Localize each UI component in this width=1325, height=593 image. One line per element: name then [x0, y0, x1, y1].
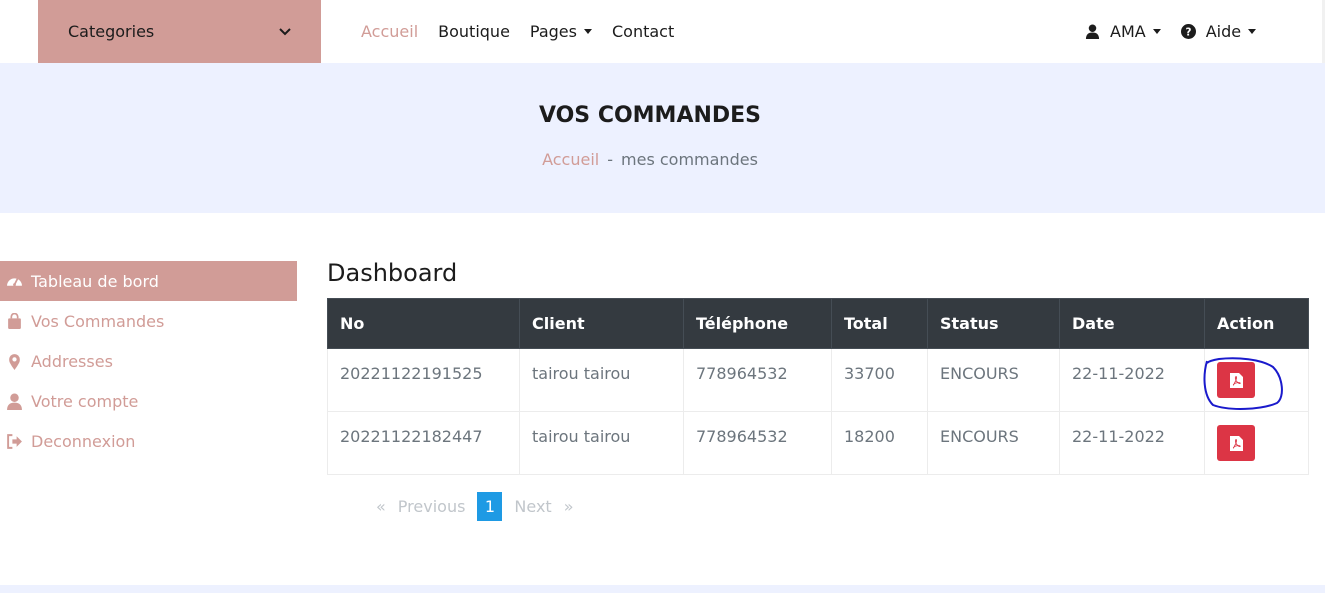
shopping-bag-icon [8, 312, 21, 329]
column-header-status: Status [927, 298, 1060, 349]
order-phone: 778964532 [683, 348, 832, 412]
nav-link-contact[interactable]: Contact [612, 22, 674, 41]
order-status: ENCOURS [927, 411, 1060, 475]
order-status: ENCOURS [927, 348, 1060, 412]
help-menu[interactable]: ? Aide [1180, 22, 1257, 41]
pagination-previous[interactable]: Previous [392, 497, 472, 516]
column-header-action: Action [1204, 298, 1309, 349]
chevron-down-icon [279, 27, 291, 35]
sidebar-item-votre-compte[interactable]: Votre compte [0, 381, 297, 421]
sidebar-item-deconnexion[interactable]: Deconnexion [0, 421, 297, 461]
order-number: 20221122191525 [327, 348, 520, 412]
user-icon [1085, 24, 1100, 39]
file-pdf-icon [1229, 435, 1243, 451]
order-phone: 778964532 [683, 411, 832, 475]
nav-link-pages-label: Pages [529, 22, 577, 41]
user-icon [7, 393, 22, 410]
column-header-telephone: Téléphone [683, 298, 832, 349]
order-total: 33700 [831, 348, 928, 412]
table-row: 20221122191525 tairou tairou 778964532 3… [327, 348, 1309, 412]
footer-strip [0, 585, 1325, 593]
column-header-no: No [327, 298, 520, 349]
sidebar-item-label: Votre compte [31, 391, 139, 411]
order-client: tairou tairou [519, 411, 684, 475]
dashboard-title: Dashboard [327, 259, 458, 287]
svg-text:?: ? [1185, 26, 1191, 38]
dashboard-icon [7, 277, 22, 286]
map-marker-icon [9, 353, 20, 370]
order-total: 18200 [831, 411, 928, 475]
nav-link-pages[interactable]: Pages [530, 22, 592, 41]
orders-table: No Client Téléphone Total Status Date Ac… [327, 298, 1309, 475]
nav-link-boutique[interactable]: Boutique [438, 22, 510, 41]
table-header-row: No Client Téléphone Total Status Date Ac… [327, 298, 1309, 349]
order-action-cell [1204, 411, 1309, 475]
sidebar-item-label: Deconnexion [31, 431, 136, 451]
page-header-band [0, 63, 1325, 213]
sidebar-item-vos-commandes[interactable]: Vos Commandes [0, 301, 297, 341]
sign-out-icon [7, 433, 22, 449]
order-date: 22-11-2022 [1059, 411, 1205, 475]
sidebar-item-label: Addresses [31, 351, 113, 371]
breadcrumb-home-link[interactable]: Accueil [542, 150, 599, 169]
nav-link-accueil[interactable]: Accueil [361, 22, 418, 41]
pagination-current-page[interactable]: 1 [477, 492, 503, 521]
breadcrumb-separator: - [607, 150, 614, 169]
caret-down-icon [1248, 29, 1257, 34]
order-client: tairou tairou [519, 348, 684, 412]
pagination-prev-arrow[interactable]: « [370, 497, 392, 516]
breadcrumb: Accueil - mes commandes [0, 150, 1300, 169]
sidebar-item-label: Vos Commandes [31, 311, 165, 331]
sidebar-item-addresses[interactable]: Addresses [0, 341, 297, 381]
categories-label: Categories [68, 22, 155, 41]
hand-drawn-circle-annotation [1203, 357, 1283, 410]
breadcrumb-current: mes commandes [621, 150, 758, 169]
user-menu-label: AMA [1110, 22, 1146, 41]
caret-down-icon [1152, 29, 1161, 34]
account-sidebar: Tableau de bord Vos Commandes Addresses … [0, 261, 297, 461]
user-menu[interactable]: AMA [1085, 22, 1161, 41]
order-number: 20221122182447 [327, 411, 520, 475]
download-pdf-button[interactable] [1217, 425, 1255, 461]
sidebar-item-tableau-de-bord[interactable]: Tableau de bord [0, 261, 297, 301]
caret-down-icon [583, 29, 592, 34]
question-circle-icon: ? [1180, 24, 1196, 39]
pagination-next[interactable]: Next [508, 497, 557, 516]
page-title: VOS COMMANDES [538, 103, 762, 128]
order-date: 22-11-2022 [1059, 348, 1205, 412]
pagination: « Previous 1 Next » [370, 492, 580, 521]
column-header-client: Client [519, 298, 684, 349]
pagination-next-arrow[interactable]: » [558, 497, 580, 516]
categories-dropdown-button[interactable]: Categories [38, 0, 321, 63]
column-header-date: Date [1059, 298, 1205, 349]
help-menu-label: Aide [1205, 22, 1242, 41]
table-row: 20221122182447 tairou tairou 778964532 1… [327, 411, 1309, 475]
top-navbar: Categories Accueil Boutique Pages Contac… [0, 0, 1325, 63]
sidebar-item-label: Tableau de bord [31, 271, 159, 291]
column-header-total: Total [831, 298, 928, 349]
